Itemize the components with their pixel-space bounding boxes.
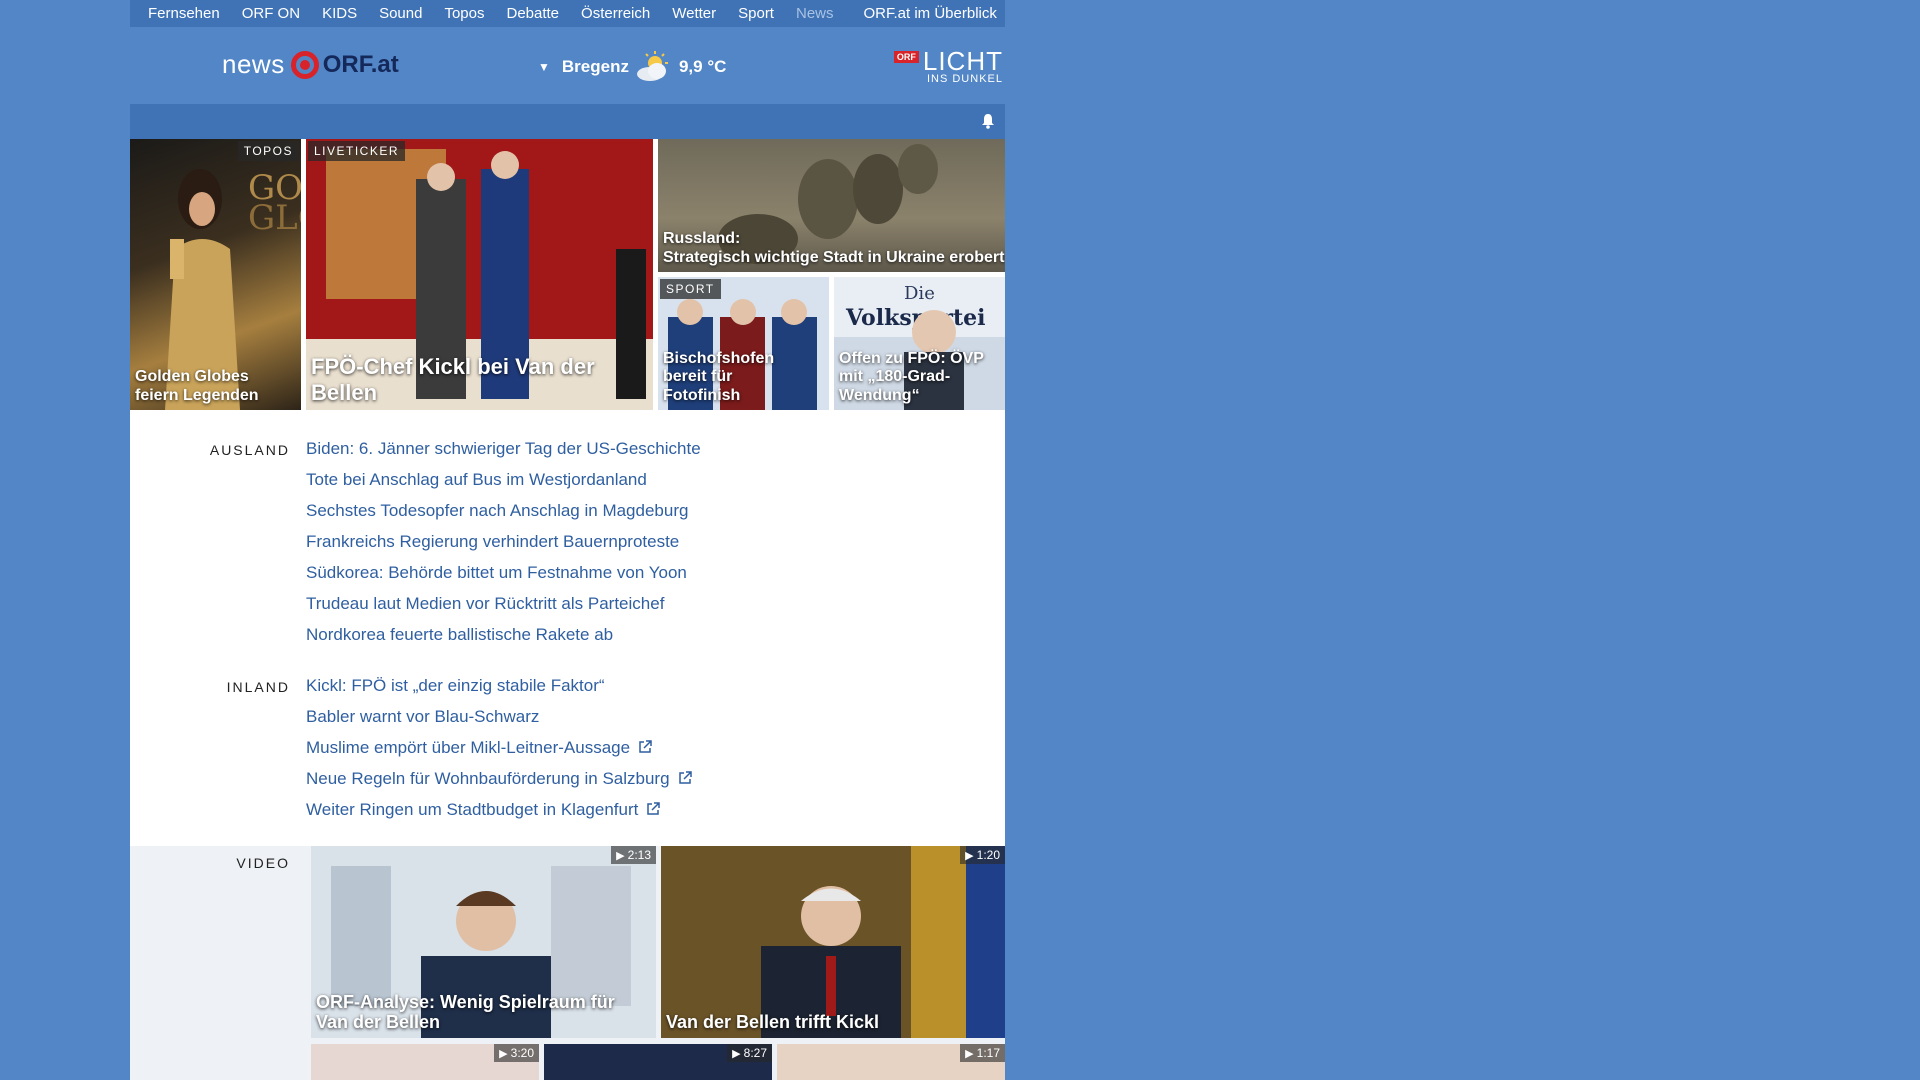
inland-link-external[interactable]: Muslime empört über Mikl-Leitner-Aussage [306, 732, 692, 763]
video-van-der-bellen-kickl[interactable]: 1:20 Van der Bellen trifft Kickl [661, 846, 1005, 1038]
logo-news-text: news [222, 49, 285, 79]
nav-news-current[interactable]: News [796, 5, 834, 22]
teaser-bischofshofen[interactable]: SPORT Bischofshofen bereit für Fotofinis… [658, 277, 829, 410]
inland-list: Kickl: FPÖ ist „der einzig stabile Fakto… [306, 670, 692, 825]
external-link-icon [638, 733, 652, 764]
video-orf-analyse[interactable]: 2:13 ORF-Analyse: Wenig Spielraum für Va… [311, 846, 656, 1038]
teaser-kickl-van-der-bellen[interactable]: LIVETICKER FPÖ-Chef Kickl bei Van der Be… [306, 139, 653, 410]
caption-kickl: FPÖ-Chef Kickl bei Van der Bellen [311, 354, 595, 405]
inland-link[interactable]: Kickl: FPÖ ist „der einzig stabile Fakto… [306, 670, 692, 701]
news-orf-logo[interactable]: news ORF.at [222, 49, 399, 80]
top-navigation: Fernsehen ORF ON KIDS Sound Topos Debatt… [130, 0, 1005, 27]
section-label-ausland: AUSLAND [209, 442, 290, 458]
external-link-icon [646, 795, 661, 826]
licht-ins-dunkel-logo[interactable]: ORF LICHT INS DUNKEL [893, 46, 1003, 85]
tag-liveticker: LIVETICKER [308, 141, 406, 161]
ausland-link[interactable]: Südkorea: Behörde bittet um Festnahme vo… [306, 557, 701, 588]
video-duration: 2:13 [611, 846, 656, 864]
logo-orf-text: ORF.at [322, 50, 399, 78]
ausland-link[interactable]: Nordkorea feuerte ballistische Rakete ab [306, 619, 701, 650]
main-content: GOL GLO TOPOS Golden Globes feiern Legen… [130, 139, 1005, 1080]
site-header: news ORF.at ▼ Bregenz 9,9 °C ORF LICHT I… [130, 27, 1005, 104]
caption-russland: Russland: Strategisch wichtige Stadt in … [663, 230, 1005, 266]
ausland-link[interactable]: Frankreichs Regierung verhindert Bauernp… [306, 526, 701, 557]
nav-wetter[interactable]: Wetter [672, 5, 716, 22]
caption-golden-globes: Golden Globes feiern Legenden [135, 368, 259, 404]
ausland-link[interactable]: Biden: 6. Jänner schwieriger Tag der US-… [306, 433, 701, 464]
inland-link-external[interactable]: Weiter Ringen um Stadtbudget in Klagenfu… [306, 794, 692, 825]
video-thumb-4[interactable]: 8:27 [544, 1044, 772, 1080]
nav-debatte[interactable]: Debatte [506, 5, 559, 22]
caption-orf-analyse: ORF-Analyse: Wenig Spielraum für Van der… [316, 991, 615, 1033]
licht-text: LICHT [922, 46, 1003, 76]
video-duration: 1:17 [960, 1044, 1005, 1062]
weather-widget[interactable]: ▼ Bregenz 9,9 °C [538, 51, 726, 83]
nav-sport[interactable]: Sport [738, 5, 774, 22]
nav-orf-on[interactable]: ORF ON [242, 5, 300, 22]
van-der-bellen-photo [661, 846, 1005, 1038]
caption-van-der-bellen: Van der Bellen trifft Kickl [666, 1012, 880, 1033]
video-duration: 1:20 [960, 846, 1005, 864]
video-thumb-5[interactable]: 1:17 [777, 1044, 1005, 1080]
dropdown-triangle-icon[interactable]: ▼ [538, 60, 550, 74]
ins-dunkel-text: INS DUNKEL [926, 73, 1003, 85]
teaser-oevp-fpoe[interactable]: Die Volkspartei Offen zu FPÖ: ÖVP mit „1… [834, 277, 1005, 410]
video-duration: 3:20 [494, 1044, 539, 1062]
ausland-list: Biden: 6. Jänner schwieriger Tag der US-… [306, 433, 701, 650]
notification-bar [130, 104, 1005, 139]
die-volkspartei-sign: Die [904, 283, 935, 304]
video-duration: 8:27 [727, 1044, 772, 1062]
nav-sound[interactable]: Sound [379, 5, 422, 22]
inland-link[interactable]: Babler warnt vor Blau-Schwarz [306, 701, 692, 732]
ausland-link[interactable]: Trudeau laut Medien vor Rücktritt als Pa… [306, 588, 701, 619]
caption-bischofshofen: Bischofshofen bereit für Fotofinish [663, 349, 775, 404]
section-label-video: VIDEO [236, 855, 290, 871]
ausland-link[interactable]: Sechstes Todesopfer nach Anschlag in Mag… [306, 495, 701, 526]
weather-city: Bregenz [561, 57, 629, 76]
tag-sport: SPORT [660, 279, 721, 299]
tag-topos: TOPOS [237, 141, 299, 161]
orf-eye-icon [290, 50, 319, 79]
partly-cloudy-icon [635, 51, 673, 83]
nav-topos[interactable]: Topos [444, 5, 484, 22]
external-link-icon [678, 764, 692, 795]
nav-oesterreich[interactable]: Österreich [581, 5, 650, 22]
orf-badge: ORF [893, 51, 919, 63]
inland-link-external[interactable]: Neue Regeln für Wohnbauförderung in Salz… [306, 763, 692, 794]
nav-fernsehen[interactable]: Fernsehen [148, 5, 220, 22]
svg-text:GLO: GLO [248, 198, 301, 238]
caption-oevp: Offen zu FPÖ: ÖVP mit „180-Grad-Wendung“ [839, 349, 984, 404]
bell-icon[interactable] [981, 113, 995, 133]
nav-orf-overview[interactable]: ORF.at im Überblick [864, 5, 997, 22]
teaser-russland-ukraine[interactable]: Russland: Strategisch wichtige Stadt in … [658, 139, 1005, 272]
teaser-golden-globes[interactable]: GOL GLO TOPOS Golden Globes feiern Legen… [130, 139, 301, 410]
video-thumb-3[interactable]: 3:20 [311, 1044, 539, 1080]
ausland-link[interactable]: Tote bei Anschlag auf Bus im Westjordanl… [306, 464, 701, 495]
section-label-inland: INLAND [226, 679, 290, 695]
weather-temperature: 9,9 °C [678, 57, 727, 76]
nav-kids[interactable]: KIDS [322, 5, 357, 22]
